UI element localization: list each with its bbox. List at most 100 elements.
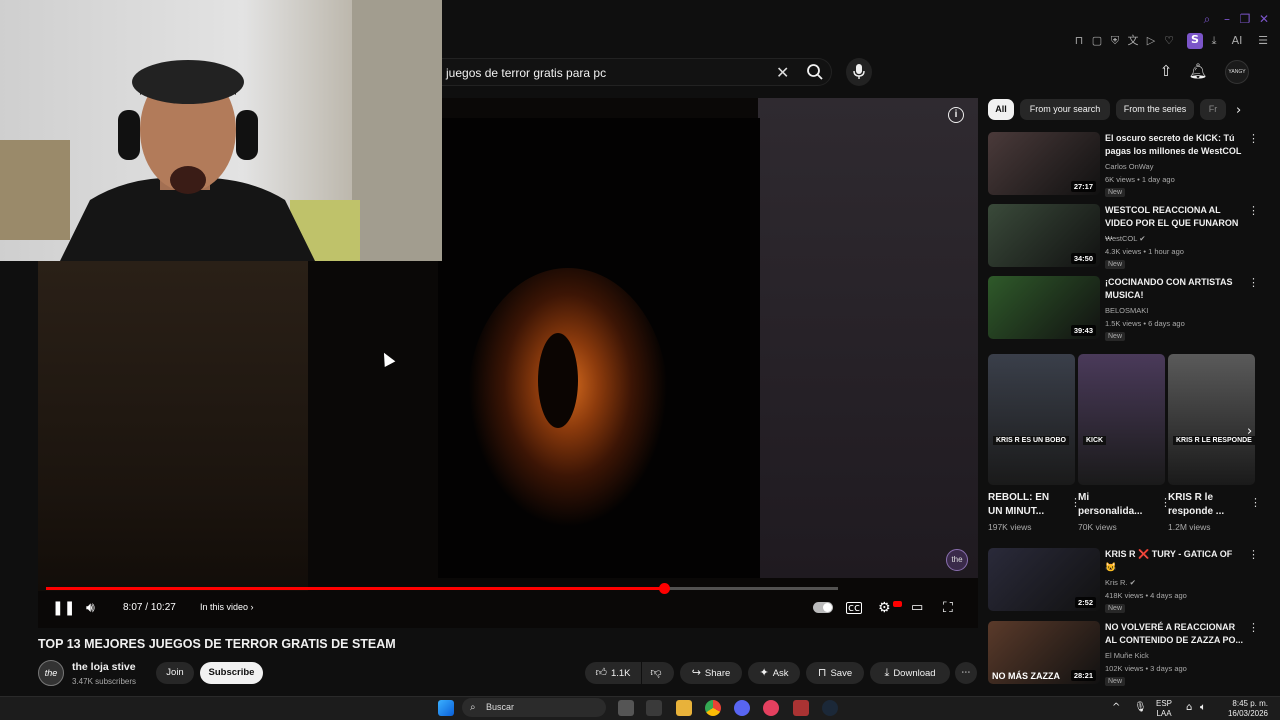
file-explorer-icon[interactable] <box>676 700 692 716</box>
kebab-menu-icon[interactable]: ⋮ <box>1248 132 1259 145</box>
upload-icon[interactable]: ⇧ <box>1155 62 1177 84</box>
shorts-next-arrow-icon[interactable]: › <box>1247 424 1252 439</box>
rec-channel[interactable]: BELOSMAKI <box>1105 306 1148 315</box>
in-this-video-button[interactable]: In this video › <box>200 602 254 612</box>
taskbar-search[interactable]: ⌕ Buscar <box>462 698 606 717</box>
theater-mode-icon[interactable]: ▭ <box>911 600 923 618</box>
short-video[interactable]: KRIS R ES UN BOBO REBOLL: EN UN MINUT... 1… <box>988 354 1081 532</box>
speaker-icon[interactable]: 🔈︎ <box>1200 702 1206 713</box>
video-thumbnail[interactable]: NO MÁS ZAZZA 28:21 <box>988 621 1100 684</box>
rec-title[interactable]: KRIS R ❌ TURY - GATICA OF 😺 <box>1105 548 1245 574</box>
calendar-app-icon[interactable] <box>646 700 662 716</box>
captions-icon[interactable]: cc <box>846 602 862 614</box>
video-thumbnail[interactable]: 2:52 <box>988 548 1100 611</box>
rec-channel[interactable]: Carlos OnWay <box>1105 162 1153 171</box>
account-avatar[interactable]: YANGY <box>1225 60 1249 84</box>
translate-icon[interactable]: 文 <box>1126 34 1140 48</box>
ask-button[interactable]: ✦ Ask <box>748 662 800 684</box>
download-icon[interactable]: ⤓ <box>1207 34 1221 48</box>
search-button[interactable] <box>800 58 830 86</box>
discord-icon[interactable] <box>734 700 750 716</box>
chip-from-the-series[interactable]: From the series <box>1116 99 1194 120</box>
chrome-icon[interactable] <box>705 700 721 716</box>
bookmark-icon[interactable]: ⊓ <box>1072 34 1086 48</box>
join-button[interactable]: Join <box>156 662 194 684</box>
search-icon[interactable]: ⌕ <box>1200 12 1214 26</box>
kebab-menu-icon[interactable]: ⋮ <box>1250 496 1261 509</box>
short-title[interactable]: Mi personalida... <box>1078 491 1150 519</box>
chips-next-arrow-icon[interactable]: › <box>1236 103 1241 118</box>
pause-button[interactable]: ❚❚ <box>52 600 75 618</box>
short-video[interactable]: KICK Mi personalida... 70K views ⋮ <box>1078 354 1171 532</box>
clear-search-icon[interactable]: ✕ <box>776 63 789 82</box>
channel-name[interactable]: the loja stive <box>72 661 136 673</box>
dislike-button[interactable]: 👎︎ <box>642 662 674 684</box>
minimize-icon[interactable]: – <box>1220 12 1234 26</box>
volume-icon[interactable]: 🔊︎ <box>86 600 95 618</box>
video-thumbnail[interactable]: 39:43 <box>988 276 1100 339</box>
search-input[interactable]: juegos de terror gratis para pc <box>446 66 606 80</box>
rec-channel[interactable]: Kris R. ✔ <box>1105 578 1136 587</box>
windows-start-icon[interactable] <box>438 700 454 716</box>
tray-chevron-icon[interactable]: ^ <box>1112 702 1120 713</box>
play-icon[interactable]: ▷ <box>1144 34 1158 48</box>
recommended-video[interactable]: 34:50 WESTCOL REACCIONA AL VIDEO POR EL Q… <box>988 204 1268 270</box>
video-thumbnail[interactable]: 27:17 <box>988 132 1100 195</box>
channel-avatar[interactable]: the <box>38 660 64 686</box>
autoplay-toggle[interactable] <box>813 602 833 613</box>
fullscreen-icon[interactable]: ⛶ <box>943 600 953 618</box>
kebab-menu-icon[interactable]: ⋮ <box>1248 276 1259 289</box>
menu-icon[interactable]: ☰ <box>1256 34 1270 48</box>
chip-truncated[interactable]: Fr <box>1200 99 1226 120</box>
video-thumbnail[interactable]: 34:50 <box>988 204 1100 267</box>
short-thumbnail[interactable]: KICK <box>1078 354 1165 485</box>
app-icon-red[interactable] <box>793 700 809 716</box>
short-video[interactable]: KRIS R LE RESPONDE KRIS R le responde ...… <box>1168 354 1261 532</box>
search-box[interactable]: juegos de terror gratis para pc ✕ <box>442 58 832 86</box>
screenshot-icon[interactable]: ▢ <box>1090 34 1104 48</box>
info-icon[interactable]: i <box>948 107 964 123</box>
kebab-menu-icon[interactable]: ⋮ <box>1248 204 1259 217</box>
notifications-bell-icon[interactable]: 🔔︎ <box>1187 62 1209 84</box>
recommended-video[interactable]: 27:17 El oscuro secreto de KICK: Tú pagas… <box>988 132 1268 198</box>
steam-icon[interactable] <box>822 700 838 716</box>
rec-channel[interactable]: El Muñe Kick <box>1105 651 1149 660</box>
chip-all[interactable]: All <box>988 99 1014 120</box>
short-title[interactable]: KRIS R le responde ... <box>1168 491 1240 519</box>
save-button[interactable]: ⊓ Save <box>806 662 864 684</box>
taskbar-clock[interactable]: 8:45 p. m. 16/03/2026 <box>1222 699 1268 719</box>
progress-scrubber[interactable] <box>658 583 670 594</box>
chip-from-your-search[interactable]: From your search <box>1020 99 1110 120</box>
rec-title[interactable]: El oscuro secreto de KICK: Tú pagas los … <box>1105 132 1245 158</box>
ai-button[interactable]: AI <box>1226 34 1248 48</box>
kebab-menu-icon[interactable]: ⋮ <box>1248 548 1259 561</box>
heart-icon[interactable]: ♡ <box>1162 34 1176 48</box>
short-thumbnail[interactable]: KRIS R LE RESPONDE <box>1168 354 1255 485</box>
tray-microphone-icon[interactable]: 🎙︎ <box>1134 702 1147 713</box>
short-thumbnail[interactable]: KRIS R ES UN BOBO <box>988 354 1075 485</box>
short-title[interactable]: REBOLL: EN UN MINUT... <box>988 491 1060 519</box>
close-icon[interactable]: ✕ <box>1257 12 1271 26</box>
more-actions-button[interactable]: ⋯ <box>955 662 977 684</box>
opera-icon[interactable] <box>763 700 779 716</box>
rec-title[interactable]: NO VOLVERÉ A REACCIONAR AL CONTENIDO DE … <box>1105 621 1245 647</box>
channel-watermark[interactable]: the <box>946 549 968 571</box>
subscribe-button[interactable]: Subscribe <box>200 662 263 684</box>
rec-channel[interactable]: WestCOL ✔ <box>1105 234 1145 243</box>
task-view-icon[interactable] <box>618 700 634 716</box>
profile-avatar[interactable]: S <box>1187 33 1203 49</box>
recommended-video[interactable]: NO MÁS ZAZZA 28:21 NO VOLVERÉ A REACCIONAR… <box>988 621 1268 687</box>
recommended-video[interactable]: 39:43 ¡COCINANDO CON ARTISTAS MUSICA! BELO… <box>988 276 1268 342</box>
rec-title[interactable]: ¡COCINANDO CON ARTISTAS MUSICA! <box>1105 276 1245 302</box>
shield-icon[interactable]: ⛨ <box>1108 34 1122 48</box>
kebab-menu-icon[interactable]: ⋮ <box>1248 621 1259 634</box>
language-indicator[interactable]: ESP LAA <box>1156 699 1172 719</box>
recommended-video[interactable]: 2:52 KRIS R ❌ TURY - GATICA OF 😺 Kris R. ✔… <box>988 548 1268 614</box>
share-button[interactable]: ↪ Share <box>680 662 742 684</box>
voice-search-button[interactable] <box>846 58 872 86</box>
like-button[interactable]: 👍︎ 1.1K <box>585 662 641 684</box>
network-icon[interactable]: ⌂ <box>1186 702 1192 713</box>
restore-icon[interactable]: ❐ <box>1238 12 1252 26</box>
settings-gear-icon[interactable]: ⚙ <box>878 600 891 618</box>
download-button[interactable]: ⤓ Download <box>870 662 950 684</box>
